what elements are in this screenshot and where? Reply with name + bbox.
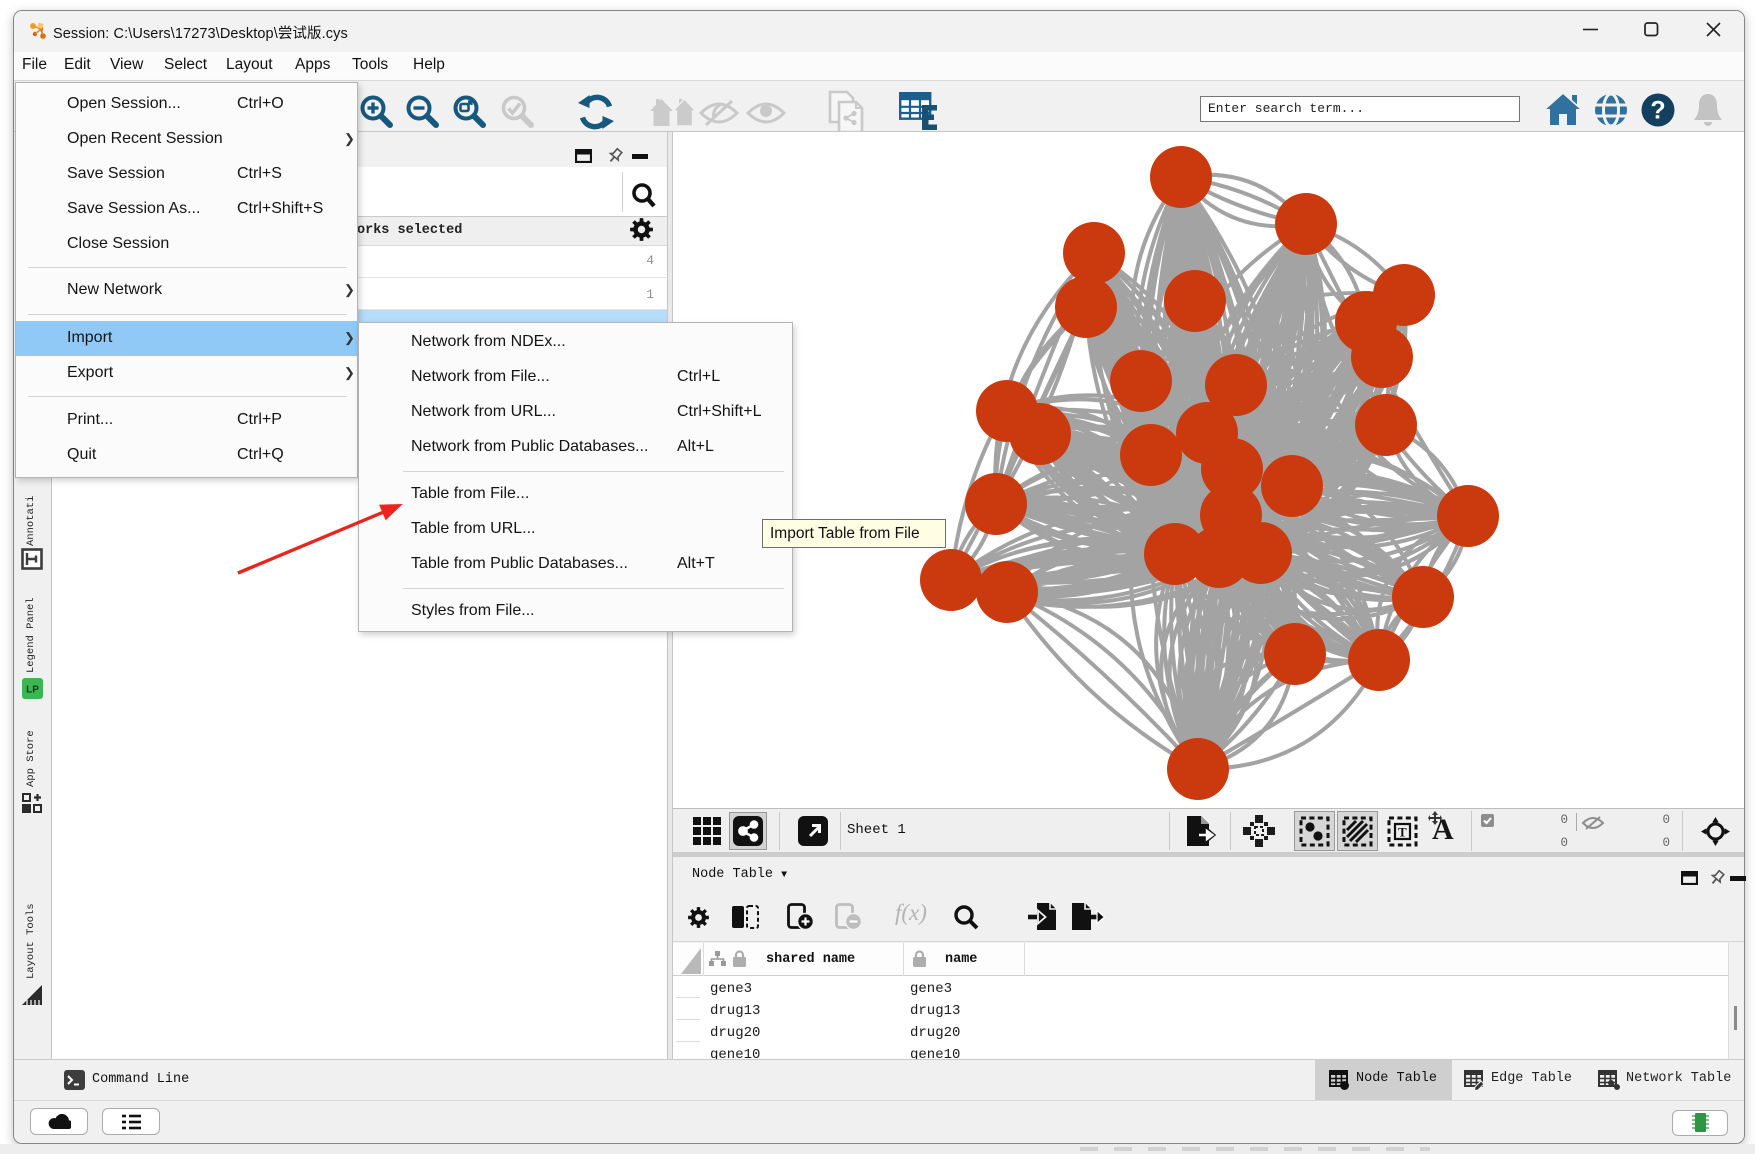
svg-text:T: T	[1398, 825, 1407, 840]
svg-text:?: ?	[1650, 97, 1665, 125]
svg-text:LP: LP	[26, 685, 39, 696]
